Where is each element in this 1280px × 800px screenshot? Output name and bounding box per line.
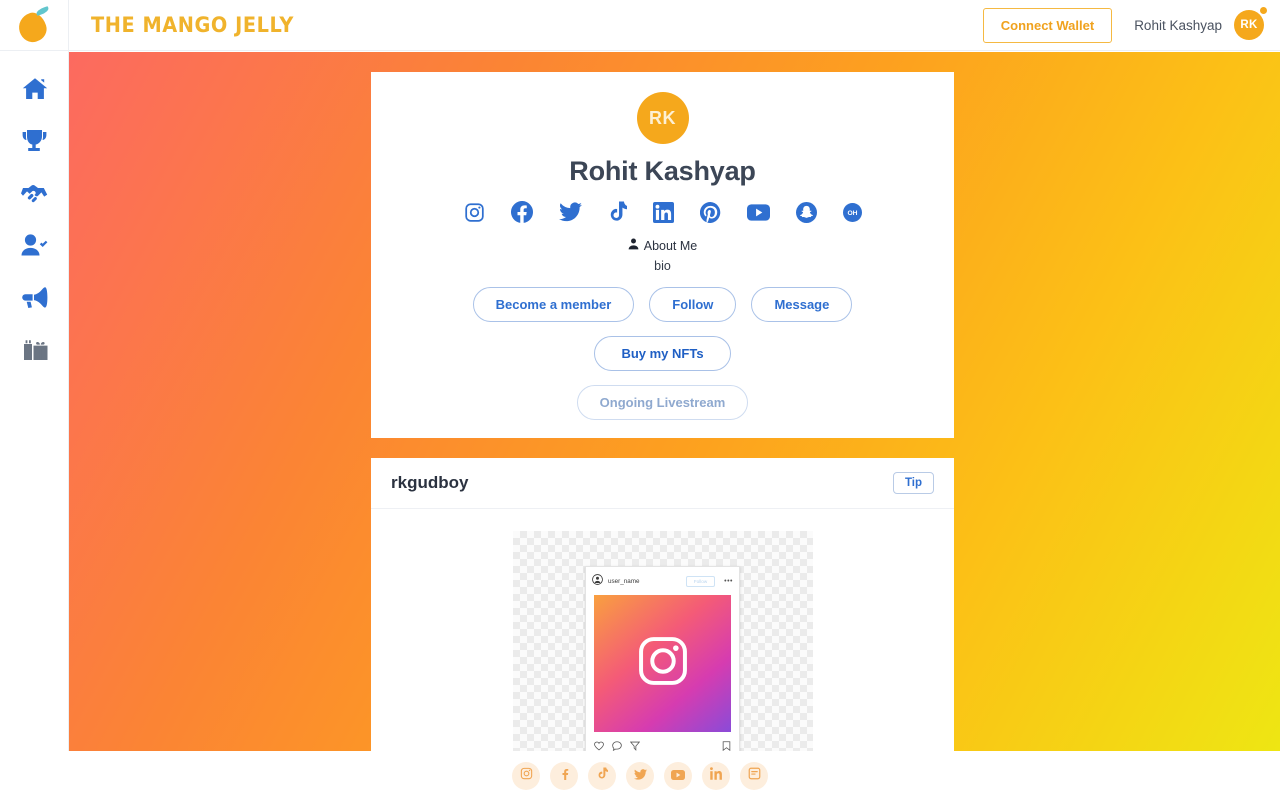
header-user-name: Rohit Kashyap: [1134, 17, 1222, 33]
svg-text:OH: OH: [847, 210, 857, 217]
logo-container[interactable]: [0, 0, 69, 51]
megaphone-icon: [21, 286, 48, 308]
embed-action-row: [586, 732, 739, 751]
youtube-icon: [671, 767, 685, 785]
sidebar-item-followers[interactable]: [0, 219, 69, 271]
profile-action-row-livestream: Ongoing Livestream: [371, 385, 954, 420]
footer-chat-button[interactable]: [740, 761, 768, 790]
clubhouse-icon[interactable]: OH: [842, 202, 862, 222]
chat-icon: [748, 767, 761, 785]
tip-button[interactable]: Tip: [892, 472, 934, 494]
footer-youtube-button[interactable]: [664, 761, 692, 790]
profile-action-row-primary: Become a member Follow Message: [371, 287, 954, 322]
embed-media: [594, 595, 731, 732]
footer-twitter-button[interactable]: [626, 761, 654, 790]
mango-leaf-shape: [35, 6, 50, 16]
stage-inner: RK Rohit Kashyap OH About Me bio Become …: [69, 52, 1280, 751]
profile-display-name: Rohit Kashyap: [569, 156, 756, 186]
about-me-row: About Me: [371, 238, 954, 253]
gifts-icon: [22, 338, 48, 361]
trophy-icon: [22, 129, 47, 153]
facebook-icon[interactable]: [510, 201, 533, 223]
embed-transparency-backdrop: user_name Follow •••: [512, 531, 813, 751]
facebook-icon: [558, 767, 571, 785]
footer-bar: [0, 751, 1280, 800]
top-header-bar: THE MANGO JELLY Connect Wallet Rohit Kas…: [0, 0, 1280, 51]
sidebar-item-promotions[interactable]: [0, 271, 69, 323]
buy-my-nfts-button[interactable]: Buy my NFTs: [594, 336, 731, 371]
follow-button[interactable]: Follow: [649, 287, 737, 322]
become-a-member-button[interactable]: Become a member: [472, 287, 635, 322]
handshake-icon: [20, 182, 49, 204]
person-icon: [628, 238, 639, 253]
youtube-icon[interactable]: [746, 203, 770, 221]
twitter-icon[interactable]: [558, 202, 582, 222]
embed-avatar-icon: [592, 572, 603, 590]
embed-user-name: user_name: [608, 577, 640, 585]
user-check-icon: [21, 233, 48, 257]
instagram-icon[interactable]: [464, 202, 485, 223]
linkedin-icon: [709, 766, 723, 785]
mango-icon: [15, 6, 51, 46]
about-me-label: About Me: [643, 238, 698, 253]
profile-social-links: OH: [371, 201, 954, 223]
embed-follow-button[interactable]: Follow: [685, 575, 716, 587]
home-icon: [22, 77, 48, 101]
instagram-icon: [520, 767, 533, 785]
pinterest-icon[interactable]: [699, 201, 721, 223]
brand-title: THE MANGO JELLY: [91, 13, 294, 37]
header-avatar-wrap[interactable]: RK: [1234, 7, 1267, 40]
sidebar-item-rewards[interactable]: [0, 115, 69, 167]
sidebar-item-home[interactable]: [0, 63, 69, 115]
instagram-camera-icon: [635, 633, 691, 694]
mango-body-shape: [15, 9, 50, 46]
content-column: RK Rohit Kashyap OH About Me bio Become …: [371, 72, 954, 751]
post-title: rkgudboy: [391, 473, 469, 492]
notification-dot-icon: [1260, 7, 1267, 14]
comment-icon[interactable]: [612, 738, 622, 751]
footer-linkedin-button[interactable]: [702, 761, 730, 790]
post-card-header: rkgudboy Tip: [371, 458, 954, 509]
connect-wallet-button[interactable]: Connect Wallet: [982, 7, 1113, 43]
linkedin-icon[interactable]: [652, 201, 674, 223]
sidebar-item-gifts[interactable]: [0, 323, 69, 375]
profile-action-row-nft: Buy my NFTs: [371, 336, 954, 371]
heart-icon[interactable]: [594, 738, 604, 751]
footer-facebook-button[interactable]: [550, 761, 578, 790]
avatar[interactable]: RK: [1234, 10, 1264, 40]
header-right-group: Connect Wallet Rohit Kashyap RK: [982, 7, 1280, 43]
ellipsis-icon[interactable]: •••: [724, 578, 733, 585]
post-card: rkgudboy Tip user_name Follow •••: [371, 458, 954, 751]
tiktok-icon: [597, 766, 608, 785]
tiktok-icon[interactable]: [608, 201, 627, 223]
profile-avatar: RK: [636, 92, 689, 144]
message-button[interactable]: Message: [751, 287, 853, 322]
ongoing-livestream-button[interactable]: Ongoing Livestream: [576, 385, 749, 420]
left-sidebar: [0, 51, 69, 800]
instagram-embed-placeholder: user_name Follow •••: [585, 566, 740, 751]
share-icon[interactable]: [629, 738, 641, 751]
snapchat-icon[interactable]: [795, 201, 817, 223]
profile-card: RK Rohit Kashyap OH About Me bio Become …: [371, 72, 954, 438]
profile-bio: bio: [654, 259, 671, 273]
sidebar-item-partnerships[interactable]: [0, 167, 69, 219]
twitter-icon: [633, 767, 647, 785]
bookmark-icon[interactable]: [722, 738, 731, 751]
post-card-body: user_name Follow •••: [371, 509, 954, 751]
footer-instagram-button[interactable]: [512, 761, 540, 790]
footer-tiktok-button[interactable]: [588, 761, 616, 790]
main-stage: RK Rohit Kashyap OH About Me bio Become …: [69, 52, 1280, 751]
instagram-embed-header: user_name Follow •••: [586, 567, 739, 595]
